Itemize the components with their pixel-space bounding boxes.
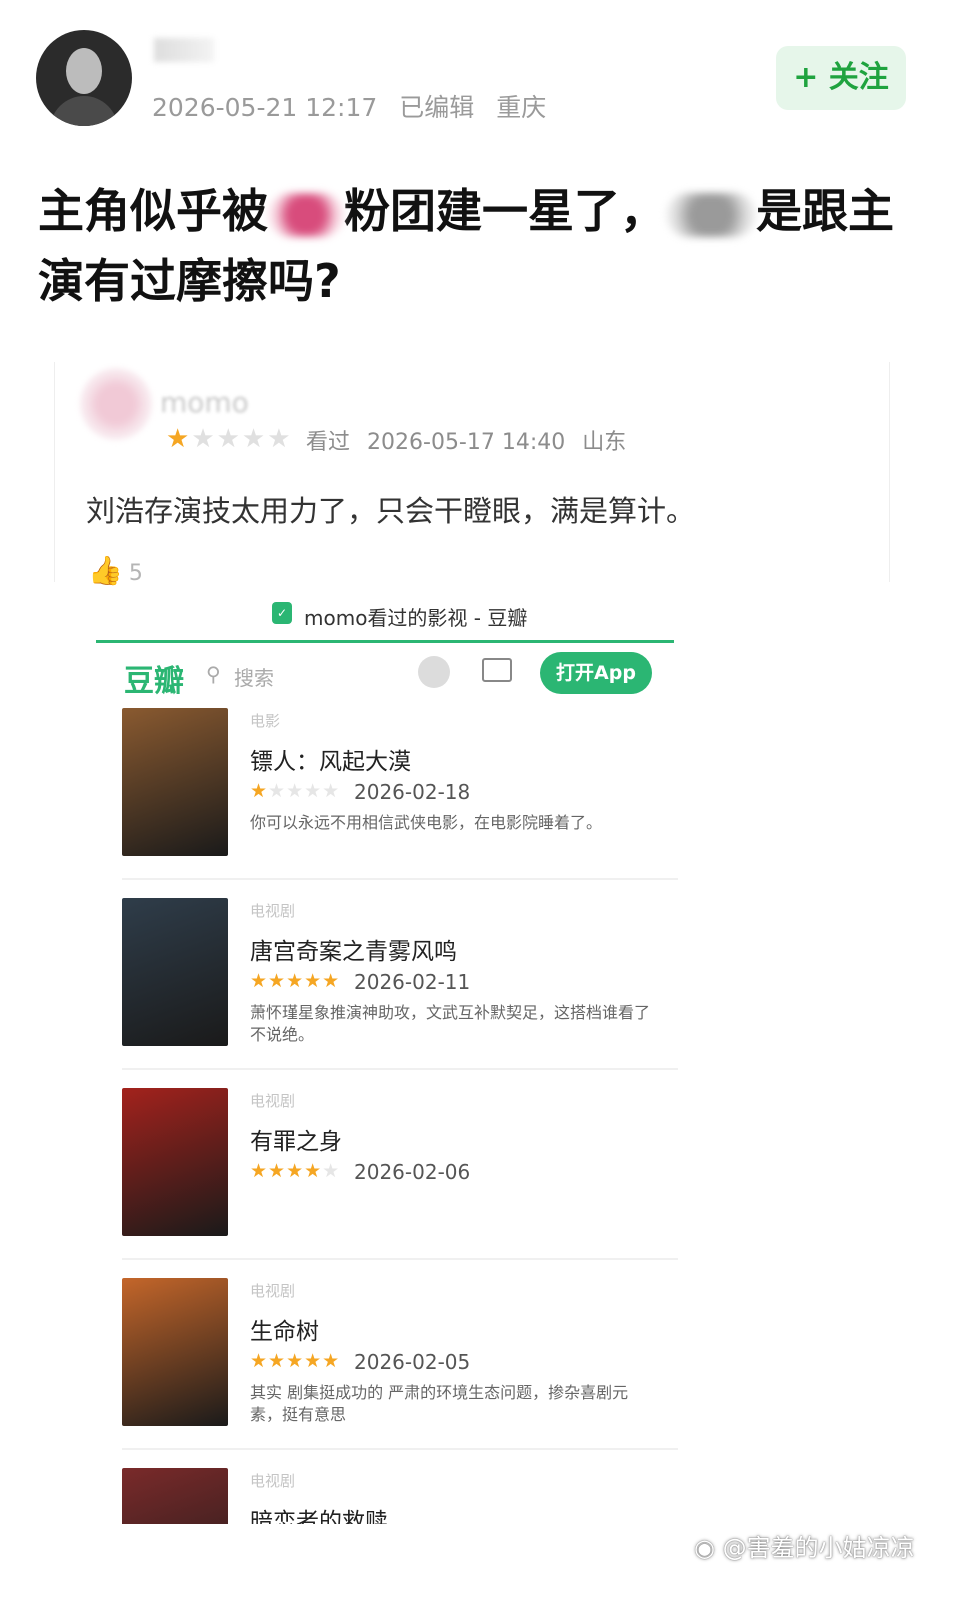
follow-button[interactable]: + 关注: [776, 46, 906, 110]
comment-username: momo: [160, 386, 249, 419]
username[interactable]: [154, 36, 234, 70]
item-title[interactable]: 有罪之身: [250, 1122, 342, 1156]
comment-location: 山东: [582, 430, 627, 455]
item-type: 电视剧: [250, 1092, 296, 1110]
blurred-name: [268, 192, 344, 237]
comment-status: 看过: [306, 430, 351, 455]
item-title[interactable]: 暗恋者的救赎: [250, 1502, 388, 1524]
avatar-face: [66, 48, 102, 94]
list-item[interactable]: 电影镖人：风起大漠 ★★★★★ 2026-02-18 你可以永远不用相信武侠电影，在电…: [122, 708, 678, 880]
list-item[interactable]: 电视剧 暗恋者的救赎: [122, 1468, 678, 1524]
tv-icon[interactable]: [482, 658, 512, 682]
post-text: 主角似乎被 粉团建一星了， 是跟主演有过摩擦吗?: [38, 184, 894, 308]
search-input[interactable]: 搜索: [234, 662, 274, 691]
post-location: 重庆: [496, 93, 547, 122]
item-title[interactable]: 唐宫奇案之青雾风鸣: [250, 932, 457, 966]
post-edited: 已编辑: [399, 93, 475, 122]
list-item[interactable]: 电视剧有罪之身 ★★★★★ 2026-02-06: [122, 1088, 678, 1260]
blurred-name: [666, 192, 756, 237]
item-rating: ★★★★★: [250, 780, 341, 802]
item-title[interactable]: 镖人：风起大漠: [250, 742, 411, 776]
poster-image[interactable]: [122, 898, 228, 1046]
item-title[interactable]: 生命树: [250, 1312, 319, 1346]
like-button[interactable]: 👍 5: [88, 554, 143, 587]
item-type: 电视剧: [250, 1282, 296, 1300]
post-timestamp: 2026-05-21 12:17: [152, 93, 378, 122]
poster-image[interactable]: [122, 1468, 228, 1524]
thumbs-up-icon: 👍: [88, 554, 123, 587]
poster-image[interactable]: [122, 1088, 228, 1236]
comment-timestamp: 2026-05-17 14:40: [367, 430, 566, 455]
shield-icon: ✓: [272, 602, 292, 624]
list-item[interactable]: 电视剧唐宫奇案之青雾风鸣 ★★★★★ 2026-02-11 萧怀瑾星象推演神助攻，文武…: [122, 898, 678, 1070]
item-date: 2026-02-18: [354, 780, 471, 804]
douban-logo[interactable]: 豆瓣: [124, 656, 184, 700]
comment-rating: ★★★★★: [166, 424, 293, 454]
poster-image[interactable]: [122, 1278, 228, 1426]
item-rating: ★★★★★: [250, 1160, 341, 1182]
like-count: 5: [128, 561, 143, 586]
weibo-icon: ◉: [694, 1534, 723, 1562]
item-date: 2026-02-06: [354, 1160, 471, 1184]
user-avatar[interactable]: [36, 30, 132, 126]
watermark: ◉ @害羞的小姑凉凉: [694, 1534, 915, 1562]
item-date: 2026-02-05: [354, 1350, 471, 1374]
item-rating: ★★★★★: [250, 970, 341, 992]
search-icon[interactable]: ⚲: [206, 662, 221, 686]
comment-text: 刘浩存演技太用力了，只会干瞪眼，满是算计。: [86, 494, 696, 528]
item-comment: 你可以永远不用相信武侠电影，在电影院睡着了。: [250, 813, 603, 832]
tab-title: momo看过的影视 - 豆瓣: [304, 606, 528, 630]
item-comment: 其实 剧集挺成功的 严肃的环境生态问题，掺杂喜剧元素，挺有意思: [250, 1383, 629, 1424]
poster-image[interactable]: [122, 708, 228, 856]
comment-meta: 看过 2026-05-17 14:40 山东: [306, 424, 636, 456]
list-item[interactable]: 电视剧生命树 ★★★★★ 2026-02-05 其实 剧集挺成功的 严肃的环境生态问题…: [122, 1278, 678, 1450]
open-app-button[interactable]: 打开App: [540, 652, 652, 694]
user-icon[interactable]: [418, 656, 450, 688]
avatar-shoulders: [50, 96, 118, 126]
item-type: 电视剧: [250, 902, 296, 920]
username-blurred: [154, 38, 214, 62]
comment-avatar: [80, 368, 152, 440]
item-type: 电视剧: [250, 1472, 296, 1490]
item-type: 电影: [250, 712, 281, 730]
post-meta: 2026-05-21 12:17 已编辑 重庆: [152, 88, 560, 124]
item-comment: 萧怀瑾星象推演神助攻，文武互补默契足，这搭档谁看了不说绝。: [250, 1003, 651, 1044]
item-rating: ★★★★★: [250, 1350, 341, 1372]
item-date: 2026-02-11: [354, 970, 471, 994]
